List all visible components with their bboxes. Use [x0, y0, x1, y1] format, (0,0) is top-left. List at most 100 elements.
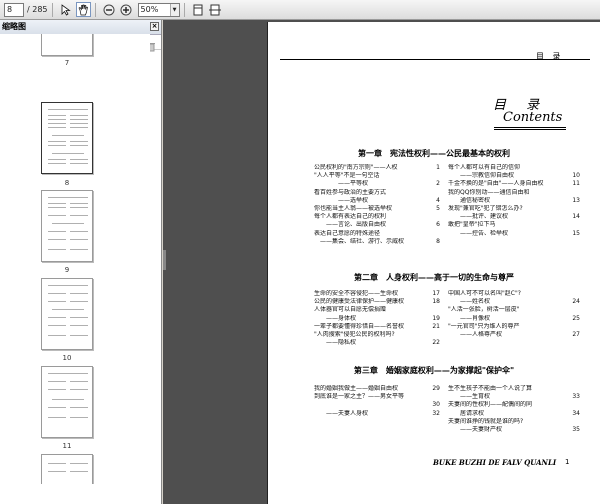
zoom-in-icon[interactable]	[119, 2, 134, 17]
toc-entry[interactable]: 夫妻间的性权利——配偶间的同	[448, 401, 580, 409]
thumbnail-page-7[interactable]	[41, 34, 93, 56]
toc-entry[interactable]: ——控告、检举权 15	[448, 230, 580, 238]
toolbar-divider	[94, 2, 96, 17]
zoom-out-icon[interactable]	[102, 2, 117, 17]
zoom-select[interactable]: 50% ▼	[137, 2, 180, 17]
title-rule	[494, 129, 566, 130]
chevron-down-icon[interactable]: ▼	[169, 3, 179, 16]
toc-entry[interactable]: ——言论、出版自由权 6	[314, 221, 440, 229]
toc-entry-page	[568, 205, 580, 213]
toc-entry-title: ——生育权	[448, 393, 491, 401]
toc-entry[interactable]: ——批评、建议权 14	[448, 213, 580, 221]
toc-entry-page: 8	[436, 237, 440, 245]
toc-entry[interactable]: ——夫妻财产权 35	[448, 426, 580, 434]
toc-entry[interactable]: 表达自己意愿的特殊途径	[314, 230, 440, 238]
toc-entry[interactable]: ——肖像权 25	[448, 315, 580, 323]
toc-entry-page	[428, 213, 440, 221]
toc-entry[interactable]: 生不生孩子不能由一个人说了算	[448, 385, 580, 393]
toc-entry[interactable]: 我的QQ你别动——通信自由和	[448, 189, 580, 197]
toc-entry[interactable]: ——平等权 2	[314, 180, 440, 188]
toc-entry-title: ——身体权	[314, 314, 357, 322]
thumbnail-page-12[interactable]	[41, 454, 93, 484]
toc-entry[interactable]: ——身体权 19	[314, 315, 440, 323]
toc-entry[interactable]: 中国人可不可以名叫"赵C"?	[448, 290, 580, 298]
toc-entry[interactable]: 公民的健康受法律保护——健康权 18	[314, 298, 440, 306]
splitter-handle[interactable]	[163, 250, 166, 270]
toc-entry-page	[428, 230, 440, 238]
toc-entry[interactable]: 我的婚姻我做主——婚姻自由权 29	[314, 385, 440, 393]
toc-entry[interactable]: ——选举权 4	[314, 197, 440, 205]
toc-entry[interactable]: 到底谁是一家之主？——男女平等	[314, 393, 440, 401]
toc-entry[interactable]: 夫妻间谁挣的钱就是谁的吗?	[448, 418, 580, 426]
hand-tool-icon[interactable]	[75, 2, 91, 17]
thumbnail-page-10[interactable]	[41, 278, 93, 350]
toc-entry-title: 每个人都可以有自己的信仰	[448, 164, 521, 171]
toc-entry[interactable]: ——宗教信仰自由权 10	[448, 172, 580, 180]
single-page-icon[interactable]	[191, 2, 206, 17]
toc-entry[interactable]: 公民权利的"南方宗则"——人权 1	[314, 164, 440, 172]
page-number-input[interactable]: 8	[4, 2, 24, 17]
toc-entry-title: 到底谁是一家之主？——男女平等	[314, 393, 405, 401]
toc-entry-title: "人人平等"不是一句空话	[314, 172, 380, 180]
toc-entry[interactable]: 30	[314, 401, 440, 409]
toc-entry[interactable]: ——姓名权 24	[448, 298, 580, 306]
toc-entry-page: 17	[432, 290, 440, 297]
thumbnail-page-8[interactable]	[41, 102, 93, 174]
thumbnail-page-9[interactable]	[41, 190, 93, 262]
toc-entry[interactable]: 一辈子都要懂得珍惜自——名誉权 21	[314, 323, 440, 331]
toc-entry[interactable]: 千金不换的是"自由"——人身自由权 11	[448, 180, 580, 188]
toc-entry[interactable]: 生命的安全不容侵犯——生命权 17	[314, 290, 440, 298]
toc-entry[interactable]: "人肉搜索"侵犯公民的权利吗?	[314, 331, 440, 339]
toc-entry[interactable]: 看百姓参与政治的主要方式	[314, 189, 440, 197]
toc-entry[interactable]: 人体器官可以自愿无偿捐赠	[314, 306, 440, 314]
toc-entry[interactable]: "人人平等"不是一句空话	[314, 172, 440, 180]
toc-entry[interactable]: ——集会、结社、游行、示威权 8	[314, 238, 440, 246]
toc-entry-page: 11	[572, 180, 580, 188]
toc-entry[interactable]: 你也能当主人翁——被选举权 5	[314, 205, 440, 213]
toc-entry-page	[428, 331, 440, 339]
toc-entry-title: "人肉搜索"侵犯公民的权利吗?	[314, 331, 395, 339]
toc-entry[interactable]: ——生育权 33	[448, 393, 580, 401]
toc-entry[interactable]: "一元官司"只为维人的尊严	[448, 323, 580, 331]
toc-column-right: 中国人可不可以名叫"赵C"? ——姓名权 24 "人活一张脸，树活一层皮" ——肖…	[448, 290, 580, 339]
toc-entry[interactable]: 通信秘密权 13	[448, 197, 580, 205]
toc-entry[interactable]: 每个人都有表达自己的权利	[314, 213, 440, 221]
toc-entry[interactable]: ——隐私权 22	[314, 339, 440, 347]
toc-entry-page: 19	[432, 314, 440, 322]
toc-entry-page: 30	[432, 401, 440, 409]
thumbnail-list[interactable]: 7 8 9 10 11	[0, 34, 150, 484]
toc-entry-title: ——控告、检举权	[448, 229, 509, 237]
toc-entry-title: 每个人都有表达自己的权利	[314, 213, 387, 221]
toc-column-left: 生命的安全不容侵犯——生命权 17 公民的健康受法律保护——健康权 18 人体器官可…	[314, 290, 440, 347]
toc-column-left: 公民权利的"南方宗则"——人权 1 "人人平等"不是一句空话 ——平等权 2 看百姓…	[314, 164, 440, 246]
toc-entry-page: 2	[436, 180, 440, 188]
chapter-heading: 第二章 人身权利——高于一切的生命与尊严	[354, 273, 514, 282]
toc-column-left: 我的婚姻我做主——婚姻自由权 29 到底谁是一家之主？——男女平等 30 ——夫妻…	[314, 385, 440, 418]
toc-column-right: 每个人都可以有自己的信仰 ——宗教信仰自由权 10 千金不换的是"自由"——人身自…	[448, 164, 580, 238]
running-header: 目 录	[536, 52, 564, 61]
toc-entry[interactable]: 居请求权 34	[448, 410, 580, 418]
toc-entry[interactable]: 发现"兼官吃"犯了错怎么办?	[448, 205, 580, 213]
thumbnail-page-11[interactable]	[41, 366, 93, 438]
toc-entry-title: ——选举权	[314, 196, 369, 204]
toc-entry[interactable]: "人活一张脸，树活一层皮"	[448, 306, 580, 314]
toc-entry[interactable]: 每个人都可以有自己的信仰	[448, 164, 580, 172]
toc-entry-title	[314, 401, 428, 409]
header-rule	[280, 59, 590, 60]
toc-entry[interactable]: ——夫妻人身权 32	[314, 410, 440, 418]
toc-entry-page	[428, 393, 440, 401]
fit-width-icon[interactable]	[208, 2, 223, 17]
select-tool-icon[interactable]	[59, 2, 74, 17]
toc-entry-page: 34	[572, 409, 580, 417]
toc-entry[interactable]: 敢把"皇帝"拉下马	[448, 221, 580, 229]
toc-entry-title: 我的QQ你别动——通信自由和	[448, 188, 530, 196]
toc-entry-page	[568, 164, 580, 172]
chapter-heading: 第一章 宪法性权利——公民最基本的权利	[358, 149, 510, 158]
toc-entry-page: 29	[432, 385, 440, 392]
close-icon[interactable]: ×	[150, 22, 159, 31]
toc-entry-title: 发现"兼官吃"犯了错怎么办?	[448, 205, 523, 213]
toc-entry[interactable]: ——人格尊严权 27	[448, 331, 580, 339]
toc-entry-title: 一辈子都要懂得珍惜自——名誉权	[314, 322, 405, 330]
toc-entry-page: 6	[436, 221, 440, 229]
toc-entry-title: 看百姓参与政治的主要方式	[314, 188, 387, 196]
